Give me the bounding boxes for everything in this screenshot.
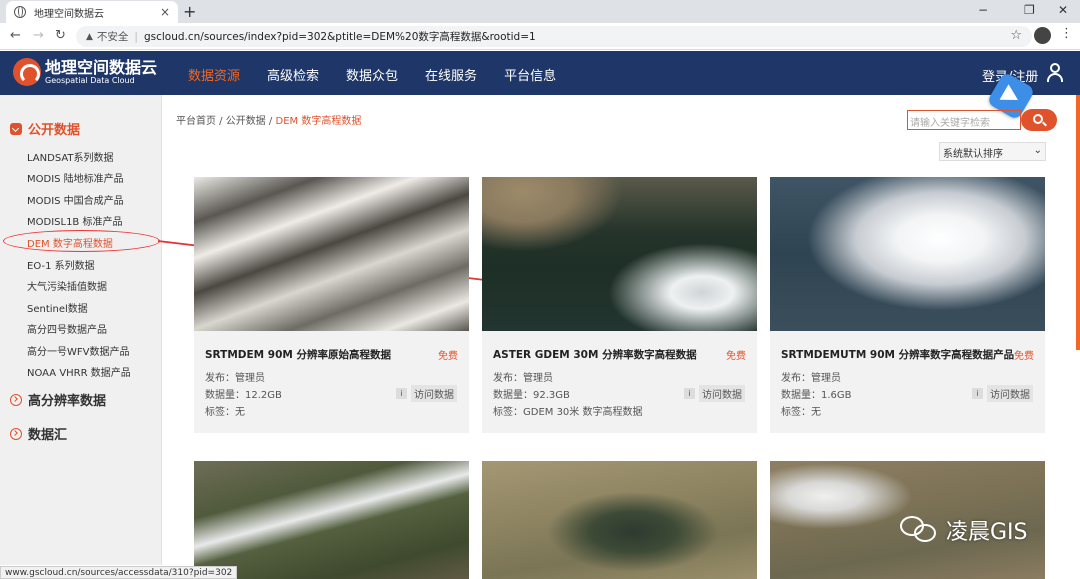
dataset-thumbnail[interactable]: [194, 177, 469, 331]
free-badge: 免费: [726, 351, 746, 362]
dataset-publisher: 发布：管理员: [205, 373, 265, 384]
dataset-thumbnail[interactable]: [194, 461, 469, 579]
info-icon[interactable]: i: [396, 388, 407, 399]
free-badge: 免费: [1014, 351, 1034, 362]
dataset-title[interactable]: SRTMDEM 90M 分辨率原始高程数据: [205, 347, 391, 362]
dataset-title[interactable]: ASTER GDEM 30M 分辨率数字高程数据: [493, 347, 697, 362]
dataset-publisher: 发布：管理员: [493, 373, 553, 384]
dataset-tags: 标签：GDEM 30米 数字高程数据: [493, 407, 643, 418]
watermark: 凌晨GIS: [900, 514, 1028, 546]
visit-data-button[interactable]: 访问数据: [699, 385, 745, 402]
dataset-tags: 标签：无: [781, 407, 821, 418]
breadcrumb-public-data[interactable]: 公开数据 /: [226, 116, 273, 127]
dataset-thumbnail[interactable]: [482, 461, 757, 579]
dataset-title[interactable]: SRTMDEMUTM 90M 分辨率数字高程数据产品: [781, 347, 1014, 362]
visit-data-button[interactable]: 访问数据: [411, 385, 457, 402]
dataset-size: 数据量：92.3GB: [493, 390, 570, 401]
watermark-text: 凌晨GIS: [946, 520, 1028, 545]
breadcrumb-home[interactable]: 平台首页 /: [176, 116, 223, 127]
breadcrumb: 平台首页 / 公开数据 / DEM 数字高程数据: [176, 112, 361, 127]
visit-data-group: i 访问数据: [396, 385, 457, 402]
visit-data-group: i 访问数据: [972, 385, 1033, 402]
search-button[interactable]: [1021, 109, 1057, 131]
dataset-thumbnail[interactable]: [482, 177, 757, 331]
dataset-card-srtmdemutm[interactable]: SRTMDEMUTM 90M 分辨率数字高程数据产品 免费 发布：管理员 数据量…: [770, 177, 1045, 433]
dataset-card-aster-gdem[interactable]: ASTER GDEM 30M 分辨率数字高程数据 免费 发布：管理员 数据量：9…: [482, 177, 757, 433]
status-url-tooltip: www.gscloud.cn/sources/accessdata/310?pi…: [0, 566, 238, 579]
dataset-publisher: 发布：管理员: [781, 373, 841, 384]
search-icon: [1033, 114, 1043, 124]
breadcrumb-current: DEM 数字高程数据: [275, 116, 362, 127]
info-icon[interactable]: i: [684, 388, 695, 399]
wechat-icon: [900, 516, 938, 544]
dataset-tags: 标签：无: [205, 407, 245, 418]
info-icon[interactable]: i: [972, 388, 983, 399]
search-input[interactable]: 请输入关键字检索: [907, 110, 1021, 130]
sort-selected-value: 系统默认排序: [943, 149, 1003, 160]
scrollbar[interactable]: [1076, 95, 1080, 350]
chevron-down-icon: ⌄: [1033, 145, 1042, 156]
dataset-thumbnail[interactable]: [770, 177, 1045, 331]
visit-data-group: i 访问数据: [684, 385, 745, 402]
dataset-card-srtmdem[interactable]: SRTMDEM 90M 分辨率原始高程数据 免费 发布：管理员 数据量：12.2…: [194, 177, 469, 433]
free-badge: 免费: [438, 351, 458, 362]
sort-select[interactable]: 系统默认排序 ⌄: [939, 142, 1046, 161]
dataset-size: 数据量：1.6GB: [781, 390, 852, 401]
visit-data-button[interactable]: 访问数据: [987, 385, 1033, 402]
dataset-size: 数据量：12.2GB: [205, 390, 282, 401]
